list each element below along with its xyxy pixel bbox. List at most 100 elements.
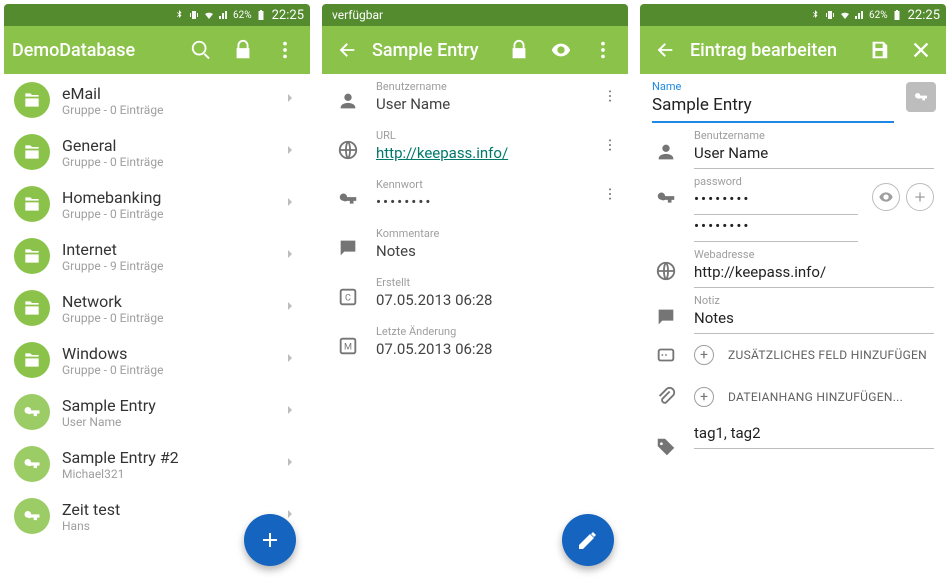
status-bar: verfügbar	[322, 4, 628, 26]
field-name: Name	[640, 74, 946, 123]
plus-icon	[912, 189, 928, 205]
chevron-right-icon	[282, 454, 298, 474]
folder-icon	[14, 290, 50, 326]
bluetooth-icon	[809, 9, 821, 21]
person-icon	[655, 141, 677, 163]
list-item[interactable]: InternetGruppe - 9 Einträge	[4, 230, 310, 282]
battery-percent: 62%	[869, 10, 888, 21]
item-subtitle: Gruppe - 0 Einträge	[62, 103, 270, 117]
list-item[interactable]: WindowsGruppe - 0 Einträge	[4, 334, 310, 386]
close-icon	[910, 39, 932, 61]
overflow-button[interactable]	[268, 33, 302, 67]
overflow-button[interactable]	[586, 33, 620, 67]
field-modified: M Letzte Änderung07.05.2013 06:28	[322, 319, 628, 368]
svg-text:C: C	[345, 294, 351, 304]
note-input[interactable]	[694, 307, 934, 334]
field-menu[interactable]	[600, 129, 620, 153]
field-menu[interactable]	[600, 178, 620, 202]
globe-icon	[337, 139, 359, 161]
bluetooth-icon	[173, 9, 185, 21]
field-username: BenutzernameUser Name	[322, 74, 628, 123]
globe-icon	[655, 260, 677, 282]
plus-icon: +	[694, 387, 714, 407]
chevron-right-icon	[282, 350, 298, 370]
name-input[interactable]	[652, 93, 894, 123]
tag-icon	[655, 436, 677, 458]
person-icon	[337, 90, 359, 112]
list-item[interactable]: GeneralGruppe - 0 Einträge	[4, 126, 310, 178]
battery-icon	[891, 9, 903, 21]
app-bar: Sample Entry	[322, 26, 628, 74]
app-title: Eintrag bearbeiten	[690, 40, 854, 61]
svg-text:M: M	[344, 343, 352, 353]
app-title: Sample Entry	[372, 40, 494, 61]
icon-picker-button[interactable]	[906, 82, 936, 112]
list-item[interactable]: Sample Entry #2Michael321	[4, 438, 310, 490]
item-subtitle: Gruppe - 0 Einträge	[62, 363, 270, 377]
signal-icon	[854, 9, 866, 21]
edit-content: Name Benutzername password	[640, 74, 946, 580]
item-subtitle: Michael321	[62, 467, 270, 481]
list-item[interactable]: HomebankingGruppe - 0 Einträge	[4, 178, 310, 230]
search-icon	[190, 39, 212, 61]
tags-input[interactable]	[694, 422, 934, 449]
item-subtitle: User Name	[62, 415, 270, 429]
password-confirm-input[interactable]	[694, 215, 858, 242]
generate-password-button[interactable]	[906, 183, 934, 211]
item-title: Zeit test	[62, 500, 270, 519]
eye-icon	[878, 189, 894, 205]
item-title: Sample Entry #2	[62, 448, 270, 467]
search-button[interactable]	[184, 33, 218, 67]
fab-add[interactable]	[244, 514, 296, 566]
field-tags	[640, 418, 946, 458]
lock-button[interactable]	[226, 33, 260, 67]
fab-edit[interactable]	[562, 514, 614, 566]
lock-icon	[508, 39, 530, 61]
close-button[interactable]	[904, 33, 938, 67]
arrow-back-icon	[336, 39, 358, 61]
wifi-icon	[203, 9, 215, 21]
list-item[interactable]: Sample EntryUser Name	[4, 386, 310, 438]
back-button[interactable]	[330, 33, 364, 67]
field-menu[interactable]	[600, 80, 620, 104]
pencil-icon	[576, 528, 600, 552]
more-vert-icon	[602, 186, 618, 202]
chevron-right-icon	[282, 298, 298, 318]
save-button[interactable]	[862, 33, 896, 67]
signal-icon	[218, 9, 230, 21]
list-content: eMailGruppe - 0 EinträgeGeneralGruppe - …	[4, 74, 310, 580]
key-icon	[337, 188, 359, 210]
field-comment: KommentareNotes	[322, 221, 628, 270]
created-icon: C	[337, 286, 359, 308]
toggle-visibility-button[interactable]	[872, 183, 900, 211]
list-item[interactable]: eMailGruppe - 0 Einträge	[4, 74, 310, 126]
comment-icon	[655, 306, 677, 328]
username-input[interactable]	[694, 142, 934, 169]
field-password: password	[640, 169, 946, 242]
eye-icon	[550, 39, 572, 61]
more-vert-icon	[592, 39, 614, 61]
more-vert-icon	[602, 88, 618, 104]
url-input[interactable]	[694, 261, 934, 288]
item-subtitle: Gruppe - 9 Einträge	[62, 259, 270, 273]
vibrate-icon	[824, 9, 836, 21]
visibility-button[interactable]	[544, 33, 578, 67]
field-created: C Erstellt07.05.2013 06:28	[322, 270, 628, 319]
field-icon	[655, 344, 677, 366]
lock-button[interactable]	[502, 33, 536, 67]
item-title: Windows	[62, 344, 270, 363]
status-bar: 62% 22:25	[640, 4, 946, 26]
screen-entry-view: verfügbar Sample Entry BenutzernameUser …	[322, 4, 628, 580]
item-title: Network	[62, 292, 270, 311]
folder-icon	[14, 82, 50, 118]
list-item[interactable]: NetworkGruppe - 0 Einträge	[4, 282, 310, 334]
password-input[interactable]	[694, 188, 858, 215]
status-bar: 62% 22:25	[4, 4, 310, 26]
more-vert-icon	[602, 137, 618, 153]
add-field-row[interactable]: + ZUSÄTZLICHES FELD HINZUFÜGEN	[640, 334, 946, 376]
add-attachment-row[interactable]: + DATEIANHANG HINZUFÜGEN...	[640, 376, 946, 418]
back-button[interactable]	[648, 33, 682, 67]
chevron-right-icon	[282, 194, 298, 214]
url-link[interactable]: http://keepass.info/	[376, 144, 586, 162]
app-title: DemoDatabase	[12, 40, 176, 61]
